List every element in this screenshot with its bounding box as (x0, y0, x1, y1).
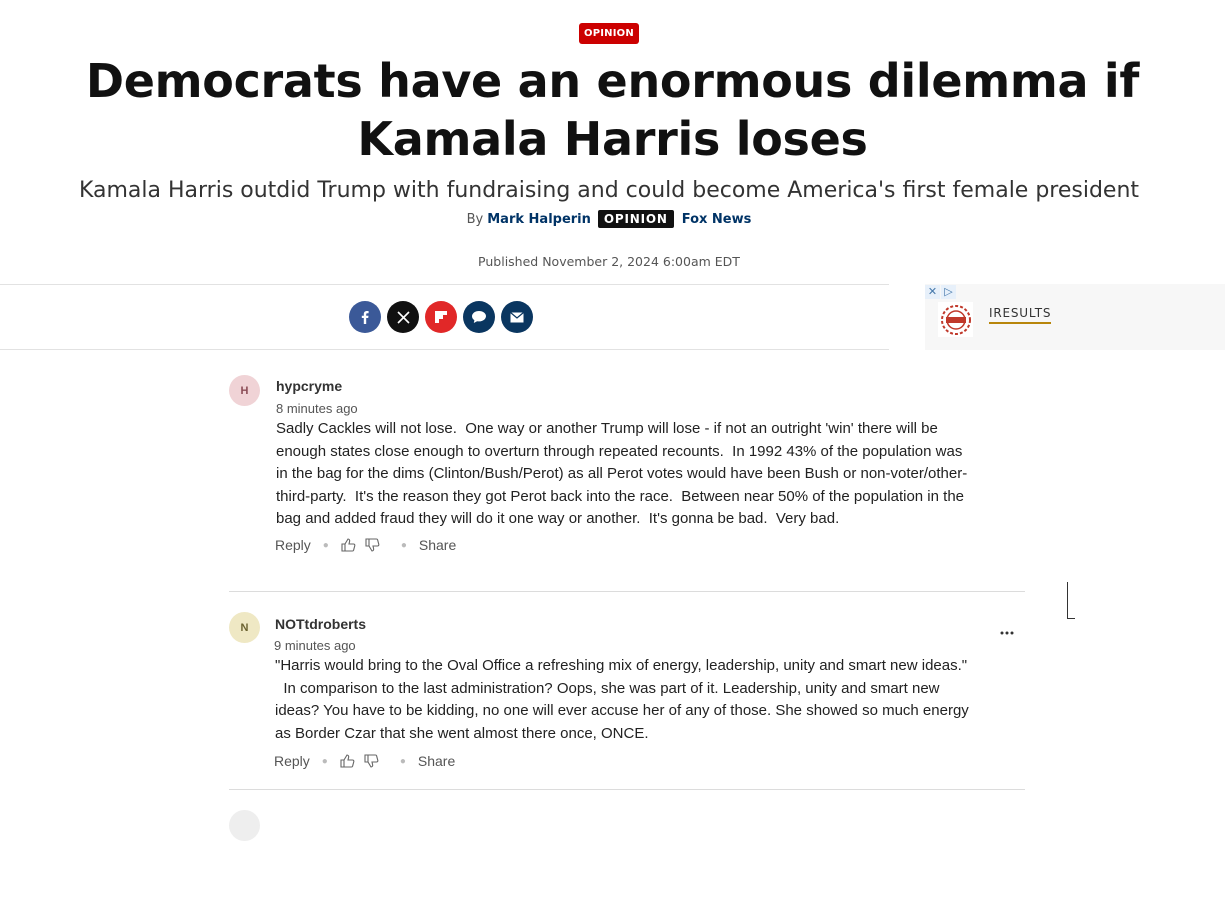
thumbs-up-icon (340, 754, 355, 768)
comment-body: Sadly Cackles will not lose. One way or … (276, 418, 976, 531)
comment-body: "Harris would bring to the Oval Office a… (275, 655, 975, 745)
flipboard-icon (435, 311, 447, 323)
facebook-share-button[interactable] (349, 301, 381, 333)
reply-button[interactable]: Reply (275, 537, 311, 553)
comment-timestamp: 9 minutes ago (274, 638, 356, 653)
comment-actions: Reply ● ● Share (275, 537, 456, 553)
ellipsis-icon (1000, 631, 1014, 635)
comment-item: N NOTtdroberts 9 minutes ago "Harris wou… (229, 592, 1025, 790)
author-link[interactable]: Mark Halperin (487, 212, 591, 227)
comment-line: "Harris would bring to the Oval Office a… (275, 657, 968, 674)
email-icon (510, 311, 524, 322)
ad-logo (938, 302, 973, 337)
comment-line: In comparison to the last administration… (275, 679, 940, 697)
downvote-button[interactable] (365, 538, 380, 552)
comment-timestamp: 8 minutes ago (276, 401, 358, 416)
comment-username[interactable]: hypcryme (276, 378, 342, 394)
advertisement[interactable]: ✕ ▷ IRESULTS (925, 284, 1225, 350)
seal-icon (940, 304, 971, 335)
ad-label[interactable]: IRESULTS (989, 306, 1052, 324)
downvote-button[interactable] (364, 754, 379, 768)
comment-actions: Reply ● ● Share (274, 753, 455, 769)
ad-close-icon[interactable]: ✕ (925, 285, 940, 299)
email-share-button[interactable] (501, 301, 533, 333)
comment-line: as Border Czar that she went almost ther… (275, 724, 649, 742)
separator-dot: ● (322, 539, 329, 551)
ad-controls: ✕ ▷ (925, 285, 956, 299)
thumbs-down-icon (364, 754, 379, 768)
avatar[interactable]: N (229, 612, 260, 643)
comment-line: Sadly Cackles will not lose. One way or … (276, 420, 938, 437)
comment-username[interactable]: NOTtdroberts (275, 616, 366, 632)
comment-line: enough states close enough to overturn t… (276, 442, 963, 460)
share-button[interactable]: Share (418, 753, 455, 769)
comment-item: H hypcryme 8 minutes ago Sadly Cackles w… (229, 370, 1025, 592)
comment-line: third-party. It's the reason they got Pe… (276, 487, 965, 505)
opinion-category-badge[interactable]: OPINION (579, 23, 639, 44)
separator-dot: ● (321, 755, 328, 767)
thumbs-up-icon (341, 538, 356, 552)
avatar[interactable]: H (229, 375, 260, 406)
article-headline: Democrats have an enormous dilemma if Ka… (85, 54, 1140, 166)
more-options-button[interactable] (1000, 622, 1014, 640)
comment-line: in the bag for the dims (Clinton/Bush/Pe… (276, 465, 968, 482)
article-subheadline: Kamala Harris outdid Trump with fundrais… (78, 178, 1140, 203)
comment-line: ideas? You have to be kidding, no one wi… (275, 702, 969, 719)
byline-by: By (466, 211, 484, 227)
separator-dot: ● (400, 539, 407, 551)
comments-icon (472, 311, 486, 323)
comments-share-button[interactable] (463, 301, 495, 333)
decorative-bracket (1067, 582, 1075, 619)
separator-dot: ● (399, 755, 406, 767)
x-share-button[interactable] (387, 301, 419, 333)
published-date: Published November 2, 2024 6:00am EDT (478, 254, 740, 269)
reply-button[interactable]: Reply (274, 753, 310, 769)
flipboard-share-button[interactable] (425, 301, 457, 333)
opinion-tag[interactable]: OPINION (597, 210, 674, 228)
upvote-button[interactable] (341, 538, 356, 552)
x-icon (396, 310, 410, 324)
share-button[interactable]: Share (419, 537, 456, 553)
outlet-link[interactable]: Fox News (682, 212, 752, 227)
thumbs-down-icon (365, 538, 380, 552)
upvote-button[interactable] (340, 754, 355, 768)
byline: By Mark Halperin OPINION Fox News (0, 210, 1218, 228)
share-bar (0, 284, 889, 350)
facebook-icon (361, 311, 369, 324)
comment-line: bag and added fraud they will do it one … (276, 510, 840, 527)
avatar[interactable] (229, 810, 260, 841)
ad-choices-icon[interactable]: ▷ (941, 285, 956, 299)
